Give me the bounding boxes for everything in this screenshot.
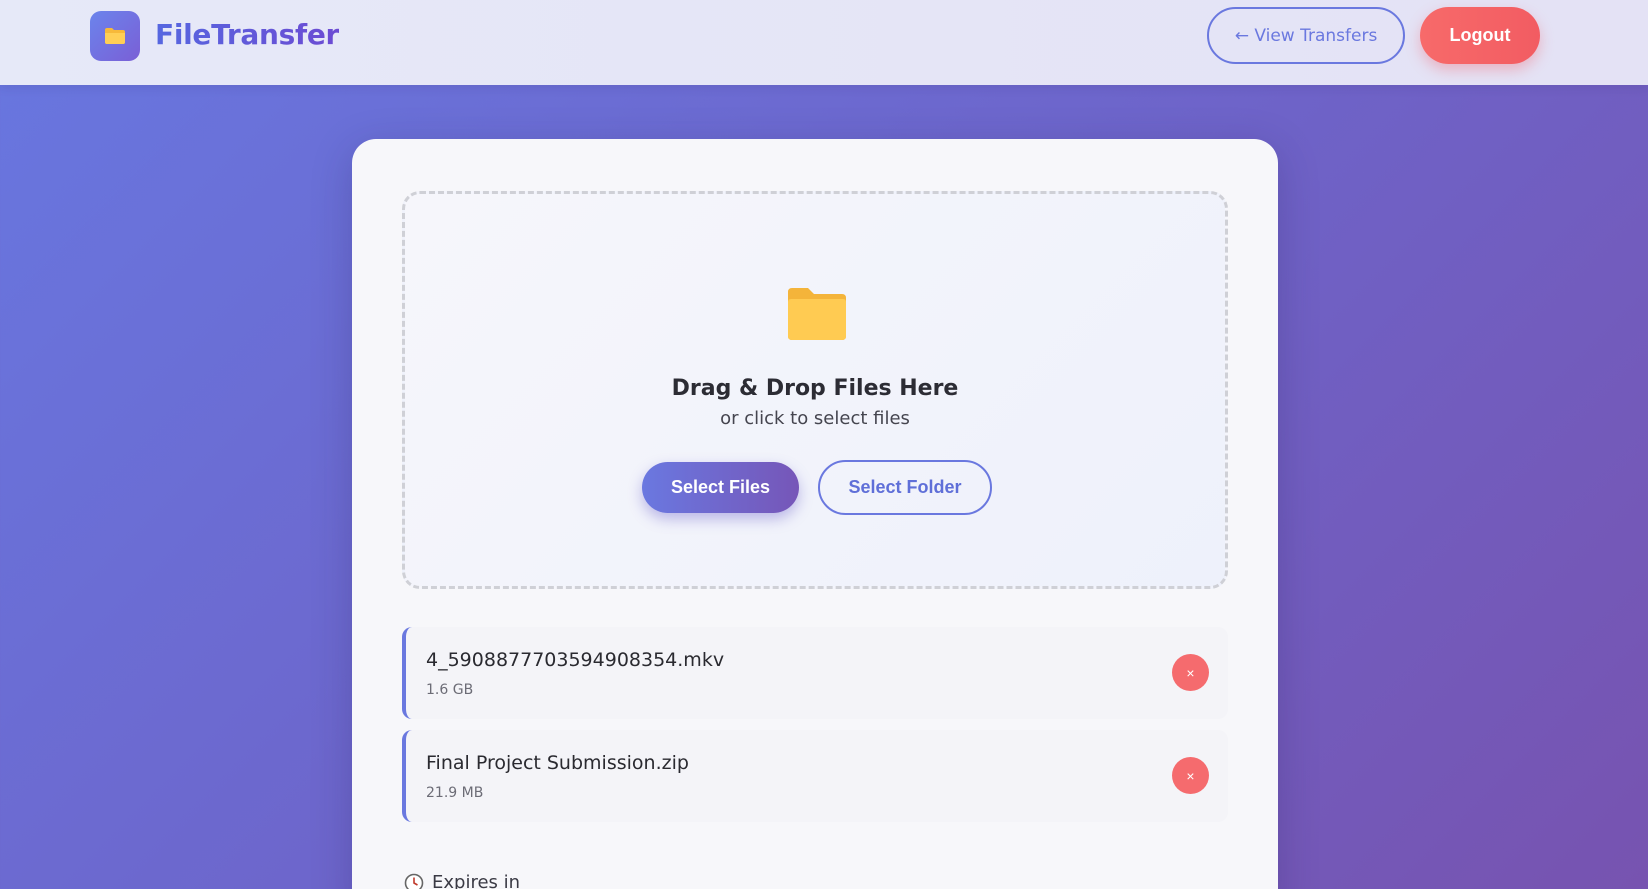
- drop-zone[interactable]: Drag & Drop Files Here or click to selec…: [402, 191, 1228, 589]
- expiry-label: Expires in: [432, 872, 521, 889]
- remove-file-button[interactable]: ×: [1172, 654, 1209, 691]
- remove-file-button[interactable]: ×: [1172, 757, 1209, 794]
- upload-card: Drag & Drop Files Here or click to selec…: [352, 139, 1278, 889]
- file-size: 1.6 GB: [426, 682, 474, 698]
- folder-icon: [105, 28, 125, 44]
- file-name: Final Project Submission.zip: [426, 752, 689, 774]
- drop-zone-subtitle: or click to select files: [720, 408, 910, 429]
- clock-icon: [404, 873, 424, 889]
- expiry-section: Expires in: [404, 872, 520, 889]
- brand-name[interactable]: FileTransfer: [155, 18, 339, 51]
- file-list-item: 4_5908877703594908354.mkv 1.6 GB ×: [402, 627, 1228, 719]
- top-navbar: FileTransfer ← View Transfers Logout: [0, 0, 1648, 85]
- file-name: 4_5908877703594908354.mkv: [426, 649, 725, 671]
- logo: [90, 11, 140, 61]
- folder-icon: [788, 288, 846, 340]
- select-files-button[interactable]: Select Files: [642, 462, 799, 513]
- file-size: 21.9 MB: [426, 785, 484, 801]
- select-folder-button[interactable]: Select Folder: [818, 460, 992, 515]
- drop-zone-title: Drag & Drop Files Here: [671, 376, 959, 401]
- logout-button[interactable]: Logout: [1420, 7, 1540, 64]
- file-list-item: Final Project Submission.zip 21.9 MB ×: [402, 730, 1228, 822]
- view-transfers-button[interactable]: ← View Transfers: [1207, 7, 1405, 64]
